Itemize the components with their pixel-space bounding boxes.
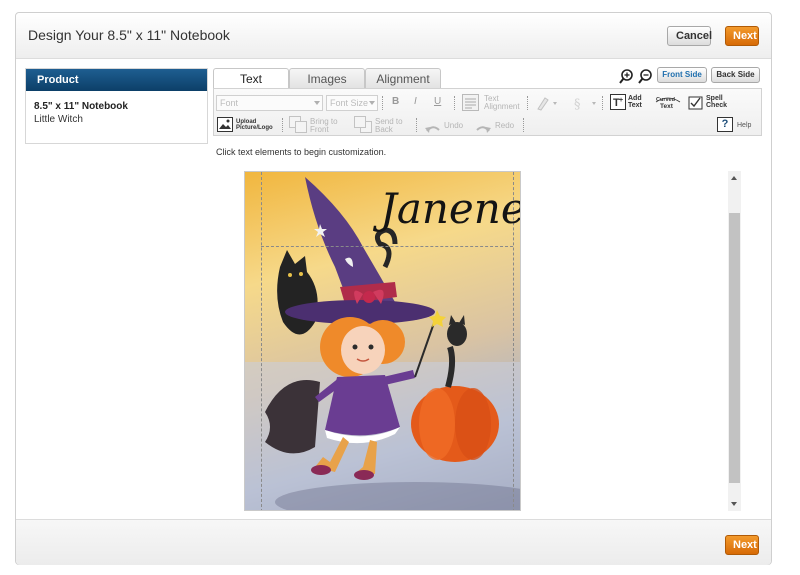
scroll-down-icon[interactable]	[731, 502, 737, 506]
add-text-icon[interactable]: T +	[610, 94, 626, 110]
bring-to-front-button[interactable]: Bring to Front	[310, 118, 338, 134]
toolbar-divider	[527, 96, 528, 110]
toolbar-divider	[416, 118, 417, 132]
font-size-select[interactable]: Font Size	[326, 95, 378, 111]
bring-to-front-icon[interactable]	[289, 116, 307, 133]
toolbar-divider	[382, 96, 383, 110]
text-color-icon[interactable]	[536, 95, 560, 111]
send-to-back-icon[interactable]	[354, 116, 372, 133]
cancel-button[interactable]: Cancel	[667, 26, 712, 46]
product-design-name: Little Witch	[34, 114, 83, 125]
svg-text:§: §	[574, 97, 581, 111]
svg-text:+: +	[619, 97, 623, 104]
header-bar: Design Your 8.5" x 11" Notebook Cancel N…	[16, 13, 771, 59]
next-button-top[interactable]: Next	[725, 26, 759, 46]
underline-button[interactable]: U	[434, 97, 441, 107]
zoom-in-icon[interactable]	[619, 69, 634, 84]
font-select[interactable]: Font	[216, 95, 323, 111]
scroll-thumb[interactable]	[729, 213, 740, 483]
text-alignment-icon[interactable]	[462, 94, 479, 111]
canvas-scrollbar[interactable]	[728, 171, 741, 511]
curved-text-icon[interactable]: Curved Text	[654, 94, 682, 110]
page-title: Design Your 8.5" x 11" Notebook	[28, 27, 230, 43]
toolbar-divider	[602, 96, 603, 110]
safe-area-guide	[261, 172, 262, 510]
scroll-up-icon[interactable]	[731, 176, 737, 180]
bold-button[interactable]: B	[392, 97, 399, 107]
back-side-button[interactable]: Back Side	[711, 67, 760, 83]
undo-button[interactable]: Undo	[444, 122, 463, 130]
italic-button[interactable]: I	[414, 97, 417, 107]
text-box-guide	[261, 246, 513, 247]
redo-button[interactable]: Redo	[495, 122, 514, 130]
chevron-down-icon	[314, 101, 320, 105]
footer-bar: Next	[16, 519, 771, 565]
add-text-button[interactable]: Add Text	[628, 95, 642, 109]
send-to-back-button[interactable]: Send to Back	[375, 118, 403, 134]
zoom-out-icon[interactable]	[638, 69, 653, 84]
product-name: 8.5" x 11" Notebook	[34, 101, 128, 112]
spacing-icon[interactable]: §	[571, 95, 599, 112]
help-button[interactable]: Help	[737, 122, 751, 130]
tab-images[interactable]: Images	[289, 68, 365, 89]
upload-picture-button[interactable]: Upload Picture/Logo	[236, 119, 273, 131]
text-toolbar: Font Font Size B I U Text Alignment § T + …	[213, 88, 762, 136]
toolbar-divider	[282, 118, 283, 132]
front-side-button[interactable]: Front Side	[657, 67, 707, 83]
design-canvas[interactable]: Janene	[244, 171, 521, 511]
tab-alignment[interactable]: Alignment	[365, 68, 441, 89]
toolbar-divider	[454, 96, 455, 110]
undo-icon[interactable]	[425, 121, 441, 133]
chevron-down-icon	[369, 101, 375, 105]
svg-text:Text: Text	[660, 103, 674, 110]
spell-check-icon[interactable]	[688, 94, 704, 110]
product-heading: Product	[26, 69, 207, 91]
font-size-select-label: Font Size	[330, 98, 369, 108]
toolbar-divider	[523, 118, 524, 132]
help-icon[interactable]: ?	[717, 117, 733, 132]
font-select-label: Font	[220, 98, 239, 108]
next-button-bottom[interactable]: Next	[725, 535, 759, 555]
tab-text[interactable]: Text	[213, 68, 289, 90]
instructions-text: Click text elements to begin customizati…	[216, 147, 387, 157]
upload-image-icon[interactable]	[217, 117, 233, 132]
spell-check-button[interactable]: Spell Check	[706, 95, 727, 109]
canvas-name-text[interactable]: Janene	[380, 184, 520, 233]
product-panel: Product 8.5" x 11" Notebook Little Witch	[25, 68, 208, 144]
redo-icon[interactable]	[475, 121, 491, 133]
design-window: Design Your 8.5" x 11" Notebook Cancel N…	[15, 12, 772, 565]
text-alignment-label: Text Alignment	[484, 94, 520, 111]
